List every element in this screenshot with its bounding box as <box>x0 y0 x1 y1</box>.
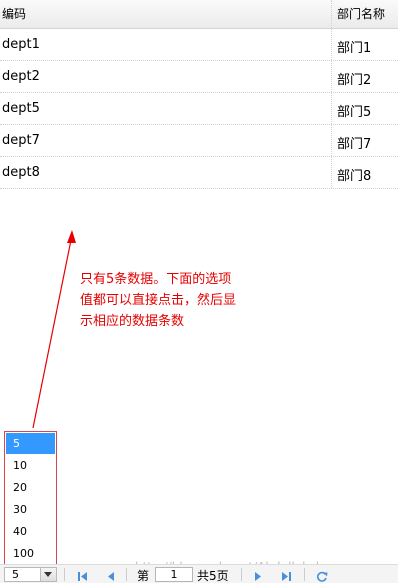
annotation-line: 示相应的数据条数 <box>80 314 185 329</box>
last-page-button[interactable] <box>280 568 294 581</box>
page-size-option[interactable]: 5 <box>6 433 55 454</box>
page-number-input[interactable]: 1 <box>155 567 193 582</box>
annotation-line: 只有5条数据。下面的选项 <box>80 272 232 287</box>
chevron-down-icon <box>44 572 52 577</box>
page-size-option[interactable]: 40 <box>6 521 55 542</box>
pagination-bar: 5 第 1 共5页 <box>0 564 398 583</box>
page-total-label: 共5页 <box>197 569 229 583</box>
separator <box>304 568 305 581</box>
prev-page-icon <box>108 572 114 581</box>
page-size-option[interactable]: 10 <box>6 455 55 476</box>
first-page-button[interactable] <box>75 568 89 581</box>
page-size-option[interactable]: 100 <box>6 543 55 564</box>
last-page-icon <box>282 572 291 581</box>
separator <box>241 568 242 581</box>
prev-page-button[interactable] <box>104 568 118 581</box>
page-size-select[interactable]: 5 <box>4 567 57 582</box>
page-size-option[interactable]: 20 <box>6 477 55 498</box>
refresh-button[interactable] <box>315 568 329 582</box>
separator <box>64 568 65 581</box>
annotation-note: 只有5条数据。下面的选项 值都可以直接点击，然后显 示相应的数据条数 <box>80 269 300 332</box>
dropdown-button[interactable] <box>40 568 56 581</box>
annotation-line: 值都可以直接点击，然后显 <box>80 293 237 308</box>
page-size-option[interactable]: 30 <box>6 499 55 520</box>
separator <box>126 568 127 581</box>
page-prefix-label: 第 <box>137 569 150 583</box>
refresh-icon <box>317 571 328 582</box>
page-size-dropdown-list: 5 10 20 30 40 100 <box>4 431 57 565</box>
next-page-icon <box>255 572 261 581</box>
first-page-icon <box>78 572 87 581</box>
next-page-button[interactable] <box>251 568 265 581</box>
page-size-value: 5 <box>12 568 19 581</box>
